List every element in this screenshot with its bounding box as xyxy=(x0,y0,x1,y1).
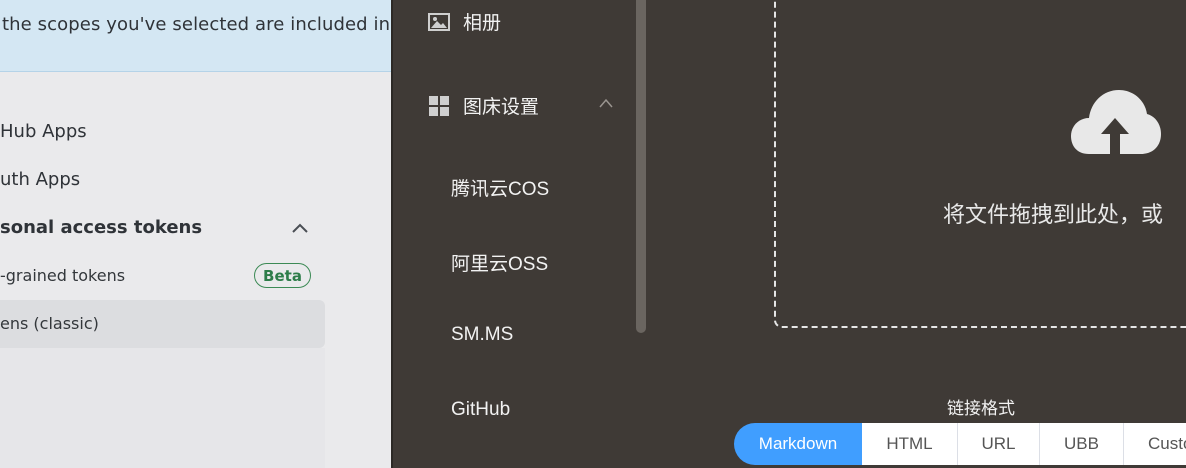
sidebar-item-album[interactable]: 相册 xyxy=(427,8,501,35)
format-custom-button[interactable]: Custo xyxy=(1124,423,1186,465)
sidebar-subitem-aliyun-oss[interactable]: 阿里云OSS xyxy=(451,249,548,276)
nav-fine-grained-tokens[interactable]: -grained tokens xyxy=(0,266,125,285)
nav-oauth-apps[interactable]: uth Apps xyxy=(0,169,80,190)
chevron-up-icon[interactable] xyxy=(598,97,614,109)
link-format-label: 链接格式 xyxy=(947,399,1015,418)
sidebar-scrollbar[interactable] xyxy=(636,0,646,333)
link-format-selector: Markdown HTML URL UBB Custo xyxy=(734,423,1186,465)
format-url-button[interactable]: URL xyxy=(958,423,1040,465)
sidebar-item-label: 相册 xyxy=(463,13,502,34)
format-html-button[interactable]: HTML xyxy=(862,423,958,465)
nav-github-apps[interactable]: Hub Apps xyxy=(0,121,87,142)
chevron-up-icon[interactable] xyxy=(290,221,310,235)
dropzone-text: 将文件拖拽到此处，或 xyxy=(943,202,1164,227)
sidebar-subitem-github[interactable]: GitHub xyxy=(451,399,510,421)
sidebar-subitem-tencent-cos[interactable]: 腾讯云COS xyxy=(451,174,549,201)
format-markdown-button[interactable]: Markdown xyxy=(734,423,862,465)
info-banner: the scopes you've selected are included … xyxy=(0,0,391,72)
upload-dropzone[interactable] xyxy=(774,0,1186,328)
beta-badge: Beta xyxy=(254,263,311,288)
nav-tokens-classic[interactable]: ens (classic) xyxy=(0,300,325,348)
nav-personal-access-tokens[interactable]: sonal access tokens xyxy=(0,217,202,238)
image-icon xyxy=(428,12,450,31)
sidebar-subitem-smms[interactable]: SM.MS xyxy=(451,324,513,346)
upload-main: 将文件拖拽到此处，或 链接格式 Markdown HTML URL UBB Cu… xyxy=(646,0,1186,468)
banner-text: the scopes you've selected are included … xyxy=(2,14,391,35)
format-ubb-button[interactable]: UBB xyxy=(1040,423,1124,465)
nav-tokens-classic-label: ens (classic) xyxy=(0,314,99,333)
cloud-upload-icon xyxy=(1071,90,1161,154)
github-settings-panel: the scopes you've selected are included … xyxy=(0,0,391,468)
sidebar-item-image-host-settings[interactable]: 图床设置 xyxy=(427,92,539,119)
sidebar-item-label: 图床设置 xyxy=(463,97,540,118)
grid-icon xyxy=(429,95,449,116)
app-sidebar: 相册 图床设置 腾讯云COS 阿里云OSS SM.MS GitHub xyxy=(391,0,646,468)
sidebar-background xyxy=(0,348,325,468)
